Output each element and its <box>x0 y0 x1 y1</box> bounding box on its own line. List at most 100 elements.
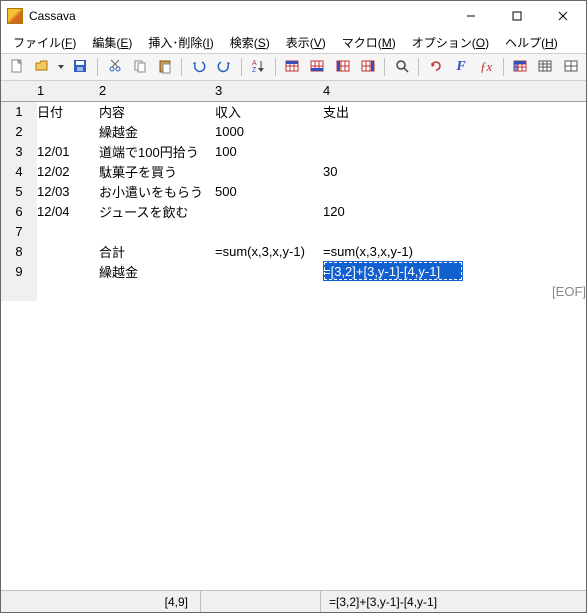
cell[interactable]: 12/01 <box>37 141 99 161</box>
row-header[interactable]: 2 <box>1 121 37 141</box>
search-button[interactable] <box>390 55 413 79</box>
column-header[interactable]: 3 <box>215 81 323 101</box>
row-header[interactable]: 1 <box>1 101 37 121</box>
row-header[interactable]: 3 <box>1 141 37 161</box>
menubar: ファイル(F) 編集(E) 挿入･削除(I) 検索(S) 表示(V) マクロ(M… <box>1 31 586 53</box>
table-btn-3[interactable] <box>559 55 582 79</box>
cell[interactable]: 日付 <box>37 101 99 121</box>
paste-button[interactable] <box>153 55 176 79</box>
cell[interactable]: 100 <box>215 141 323 161</box>
menu-macro[interactable]: マクロ(M) <box>334 32 404 53</box>
redo-icon <box>216 58 232 77</box>
cell[interactable] <box>215 201 323 221</box>
app-icon <box>7 8 23 24</box>
toolbar-separator <box>97 58 98 76</box>
cell[interactable] <box>37 121 99 141</box>
open-file-button[interactable] <box>30 55 53 79</box>
cell[interactable] <box>37 261 99 281</box>
cell[interactable]: 道端で100円拾う <box>99 141 215 161</box>
table-icon <box>512 58 528 77</box>
cut-button[interactable] <box>103 55 126 79</box>
menu-search[interactable]: 検索(S) <box>222 32 278 53</box>
app-window: Cassava ファイル(F) 編集(E) 挿入･削除(I) 検索(S) 表示(… <box>0 0 587 613</box>
cell[interactable] <box>323 121 463 141</box>
new-file-button[interactable] <box>5 55 28 79</box>
cell[interactable]: 駄菓子を買う <box>99 161 215 181</box>
toolbar-separator <box>503 58 504 76</box>
maximize-button[interactable] <box>494 1 540 31</box>
menu-edit[interactable]: 編集(E) <box>84 32 140 53</box>
cell[interactable] <box>215 261 323 281</box>
cell[interactable] <box>37 241 99 261</box>
cell[interactable] <box>323 141 463 161</box>
toolbar: AZ F ƒx <box>1 53 586 81</box>
cell[interactable]: 繰越金 <box>99 121 215 141</box>
open-dropdown-button[interactable] <box>55 55 67 79</box>
cell[interactable]: 収入 <box>215 101 323 121</box>
spreadsheet-grid[interactable]: 12341日付内容収入支出2繰越金1000312/01道端で100円拾う1004… <box>1 81 586 590</box>
column-header[interactable]: 1 <box>37 81 99 101</box>
cell[interactable] <box>215 161 323 181</box>
grid-btn-4[interactable] <box>356 55 379 79</box>
sort-button[interactable]: AZ <box>247 55 270 79</box>
save-button[interactable] <box>69 55 92 79</box>
row-header[interactable]: 6 <box>1 201 37 221</box>
grid-btn-3[interactable] <box>331 55 354 79</box>
cell[interactable]: 合計 <box>99 241 215 261</box>
refresh-button[interactable] <box>424 55 447 79</box>
menu-help[interactable]: ヘルプ(H) <box>497 32 566 53</box>
cell[interactable] <box>323 221 463 241</box>
cell[interactable]: 繰越金 <box>99 261 215 281</box>
font-button[interactable]: F <box>449 55 472 79</box>
row-header[interactable]: 8 <box>1 241 37 261</box>
svg-text:A: A <box>252 60 257 67</box>
row-header[interactable]: 7 <box>1 221 37 241</box>
row-header[interactable]: 4 <box>1 161 37 181</box>
copy-button[interactable] <box>128 55 151 79</box>
row-header[interactable]: 5 <box>1 181 37 201</box>
cell[interactable]: 120 <box>323 201 463 221</box>
cell[interactable]: =sum(x,3,x,y-1) <box>323 241 463 261</box>
cell[interactable] <box>323 181 463 201</box>
close-button[interactable] <box>540 1 586 31</box>
cell[interactable]: 1000 <box>215 121 323 141</box>
font-icon: F <box>456 59 465 75</box>
window-title: Cassava <box>29 9 448 23</box>
cell[interactable]: ジュースを飲む <box>99 201 215 221</box>
grid-btn-1[interactable] <box>281 55 304 79</box>
table-icon <box>537 58 553 77</box>
corner-cell[interactable] <box>1 81 37 101</box>
row-header[interactable]: 9 <box>1 261 37 281</box>
cell[interactable]: お小遣いをもらう <box>99 181 215 201</box>
grid-icon <box>335 58 351 77</box>
redo-button[interactable] <box>213 55 236 79</box>
cell[interactable]: 30 <box>323 161 463 181</box>
table-btn-2[interactable] <box>534 55 557 79</box>
menu-option[interactable]: オプション(O) <box>404 32 497 53</box>
cell[interactable]: 支出 <box>323 101 463 121</box>
toolbar-separator <box>384 58 385 76</box>
menu-insdel[interactable]: 挿入･削除(I) <box>140 32 221 53</box>
toolbar-separator <box>275 58 276 76</box>
table-btn-1[interactable] <box>509 55 532 79</box>
column-header[interactable]: 2 <box>99 81 215 101</box>
undo-button[interactable] <box>187 55 210 79</box>
cell[interactable] <box>37 221 99 241</box>
menu-file[interactable]: ファイル(F) <box>5 32 84 53</box>
minimize-button[interactable] <box>448 1 494 31</box>
cell[interactable]: 500 <box>215 181 323 201</box>
titlebar: Cassava <box>1 1 586 31</box>
cell[interactable] <box>215 221 323 241</box>
cell[interactable]: 12/04 <box>37 201 99 221</box>
cell[interactable]: 12/02 <box>37 161 99 181</box>
column-header[interactable]: 4 <box>323 81 463 101</box>
cell[interactable]: =[3,2]+[3,y-1]-[4,y-1] <box>323 261 463 281</box>
cell[interactable]: 内容 <box>99 101 215 121</box>
grid-btn-2[interactable] <box>306 55 329 79</box>
sort-icon: AZ <box>250 58 266 77</box>
cell[interactable]: =sum(x,3,x,y-1) <box>215 241 323 261</box>
cell[interactable] <box>99 221 215 241</box>
menu-view[interactable]: 表示(V) <box>278 32 334 53</box>
cell[interactable]: 12/03 <box>37 181 99 201</box>
fx-button[interactable]: ƒx <box>475 55 498 79</box>
